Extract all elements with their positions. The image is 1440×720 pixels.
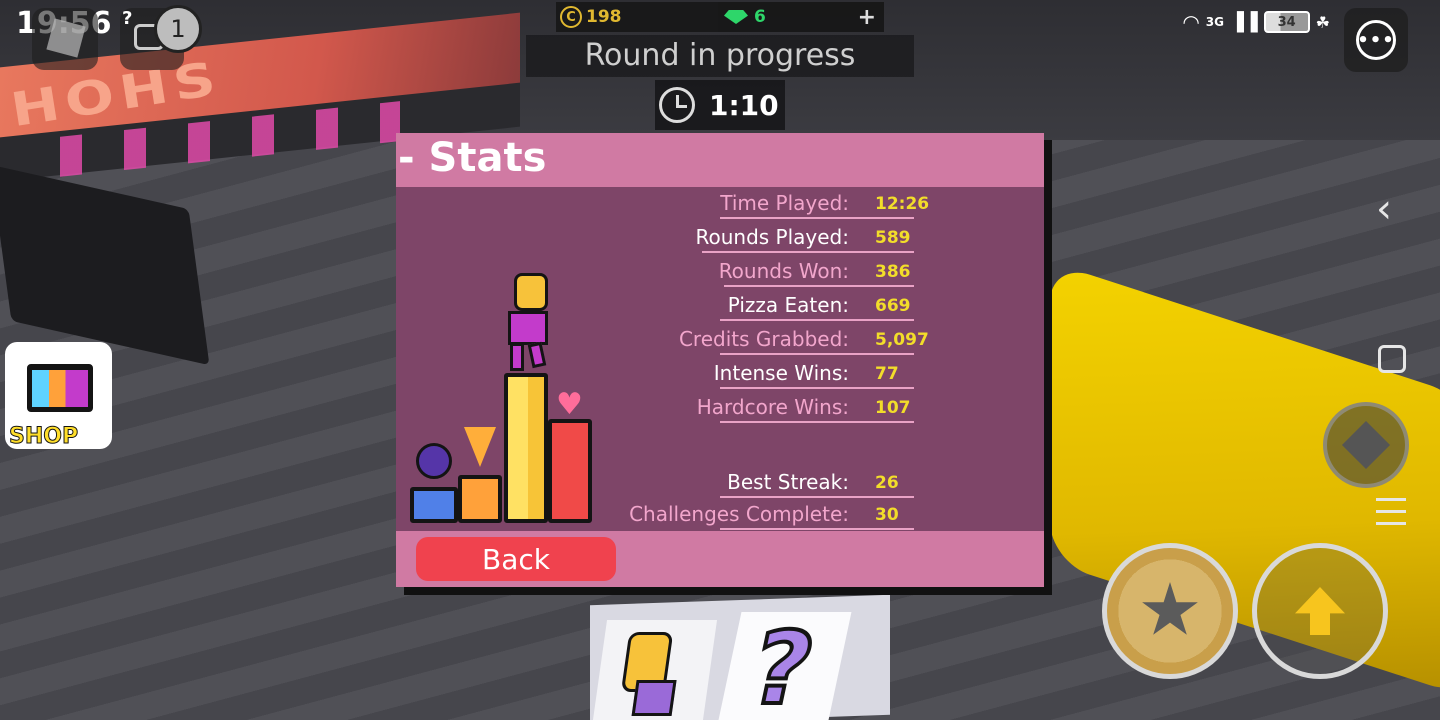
shop-label: SHOP: [8, 424, 79, 450]
stat-intense-wins: Intense Wins: 77: [396, 359, 1044, 389]
chevron-left-icon[interactable]: ‹: [1376, 186, 1392, 232]
stat-underline: [720, 387, 914, 389]
notification-badge: 1: [154, 5, 202, 53]
stat-value: 77: [875, 364, 899, 384]
stat-value: 669: [875, 296, 911, 316]
gems-count: 6: [754, 7, 766, 27]
clock-icon: [659, 87, 695, 123]
roblox-logo-icon: [46, 18, 86, 58]
stat-credits-grabbed: Credits Grabbed: 5,097: [396, 325, 1044, 355]
stat-value: 107: [875, 398, 911, 418]
coins-display: C 198: [556, 2, 718, 32]
jump-arrow-icon: [1295, 587, 1345, 635]
square-icon[interactable]: [1378, 345, 1406, 373]
status-indicators: ◠ 3G ▐▐ 34 ☘: [1182, 10, 1330, 34]
stat-underline: [720, 319, 914, 321]
stat-value: 26: [875, 473, 899, 493]
stat-label: Challenges Complete:: [629, 502, 849, 526]
stat-value: 589: [875, 228, 911, 248]
stat-label: Pizza Eaten:: [727, 293, 849, 317]
stat-value: 386: [875, 262, 911, 282]
network-type: 3G: [1205, 15, 1224, 29]
stat-underline: [720, 353, 914, 355]
tool-icon: [1341, 420, 1391, 470]
stat-challenges-complete: Challenges Complete: 30: [396, 500, 1044, 530]
round-timer: 1:10: [655, 80, 785, 130]
gem-icon: [724, 10, 748, 24]
signal-icon: ▐▐: [1229, 11, 1258, 33]
roblox-menu-button[interactable]: [32, 8, 98, 70]
tool-button[interactable]: [1323, 402, 1409, 488]
stat-hardcore-wins: Hardcore Wins: 107: [396, 393, 1044, 423]
stat-underline: [724, 285, 914, 287]
stats-panel: - Stats ♥ Time Played: 12:26 Rounds Play…: [396, 133, 1044, 587]
more-options-icon: •••: [1356, 20, 1396, 60]
hamburger-icon[interactable]: [1376, 498, 1406, 526]
question-mark-icon: ?: [739, 608, 826, 720]
plus-icon[interactable]: +: [858, 5, 876, 30]
stat-rounds-played: Rounds Played: 589: [396, 223, 1044, 253]
stat-label: Rounds Played:: [695, 225, 849, 249]
stat-value: 5,097: [875, 330, 929, 350]
stat-time-played: Time Played: 12:26: [396, 189, 1044, 219]
ability-button[interactable]: [1102, 543, 1238, 679]
stat-label: Time Played:: [720, 191, 849, 215]
page-title: - Stats: [398, 135, 547, 181]
stat-rounds-won: Rounds Won: 386: [396, 257, 1044, 287]
currency-bar: C 198 6 +: [556, 2, 884, 32]
stat-underline: [720, 528, 914, 530]
stat-value: 30: [875, 505, 899, 525]
stat-underline: [720, 217, 914, 219]
dizzy-powerup: [592, 620, 718, 720]
stat-best-streak: Best Streak: 26: [396, 468, 1044, 498]
stat-value: 12:26: [875, 194, 930, 214]
shop-button[interactable]: SHOP: [5, 342, 112, 450]
coins-count: 198: [586, 7, 622, 27]
stat-label: Rounds Won:: [718, 259, 849, 283]
mystery-powerup: ?: [718, 608, 852, 720]
signal-unknown-indicator: ?: [122, 8, 133, 29]
stat-underline: [720, 421, 914, 423]
shopping-cart-icon: [27, 364, 93, 412]
stat-underline: [702, 251, 914, 253]
star-icon: [1142, 582, 1198, 635]
stat-label: Hardcore Wins:: [696, 395, 849, 419]
stat-pizza-eaten: Pizza Eaten: 669: [396, 291, 1044, 321]
dizzy-character-body: [631, 680, 677, 716]
stats-panel-header: - Stats: [396, 133, 1044, 187]
stat-underline: [720, 496, 914, 498]
more-options-button[interactable]: •••: [1344, 8, 1408, 72]
round-status: Round in progress: [526, 35, 914, 77]
timer-value: 1:10: [709, 88, 779, 122]
player-figure-icon: [494, 273, 564, 373]
battery-indicator: 34: [1263, 11, 1310, 33]
stat-label: Best Streak:: [727, 470, 849, 494]
jump-button[interactable]: [1252, 543, 1388, 679]
stat-label: Credits Grabbed:: [678, 327, 849, 351]
gems-display: 6 +: [718, 2, 884, 32]
leaf-icon: ☘: [1315, 12, 1330, 32]
stat-label: Intense Wins:: [713, 361, 849, 385]
stats-panel-footer: Back: [396, 531, 1044, 587]
pizza-icon: [464, 427, 496, 467]
back-button[interactable]: Back: [416, 537, 616, 581]
wifi-icon: ◠: [1182, 10, 1200, 34]
coin-icon: C: [560, 6, 582, 28]
